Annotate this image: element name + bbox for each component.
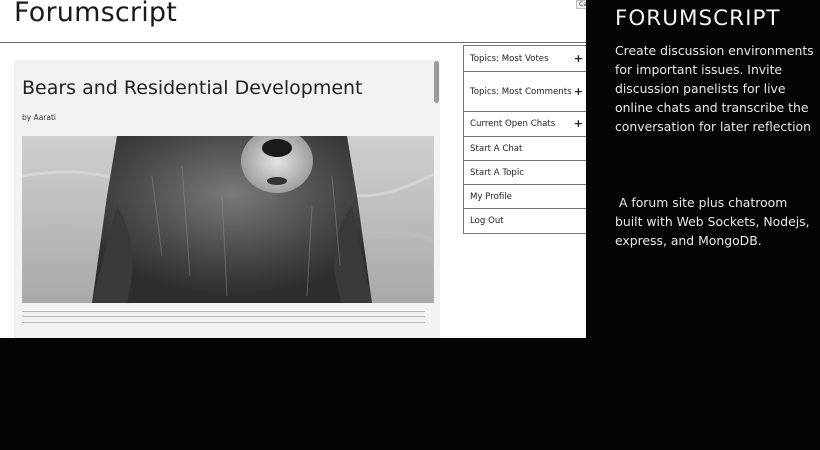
expand-icon[interactable]: + [574, 51, 583, 64]
description-paragraph: A forum site plus chatroom built with We… [615, 195, 814, 248]
menu-item-current-open-chats[interactable]: Current Open Chats + [464, 112, 586, 137]
menu-item-label: Log Out [470, 216, 504, 226]
article-byline: by Aarati [22, 113, 57, 122]
corner-button[interactable]: Ca [576, 0, 586, 9]
expand-icon[interactable]: + [574, 84, 583, 97]
article-card: Bears and Residential Development by Aar… [14, 60, 440, 338]
menu-item-my-profile[interactable]: My Profile [464, 185, 586, 209]
menu-item-log-out[interactable]: Log Out [464, 209, 586, 233]
menu-item-label: Start A Topic [470, 167, 524, 178]
menu-item-label: My Profile [470, 191, 512, 202]
bear-photo [22, 136, 434, 303]
project-title: FORUMSCRIPT [615, 6, 781, 31]
divider-line [22, 311, 425, 312]
menu-item-label: Current Open Chats [470, 119, 556, 129]
scrollbar[interactable] [434, 61, 439, 103]
expand-icon[interactable]: + [574, 117, 583, 130]
menu-item-start-a-chat[interactable]: Start A Chat [464, 137, 586, 161]
article-title[interactable]: Bears and Residential Development [22, 77, 363, 99]
site-title[interactable]: Forumscript [14, 0, 177, 28]
menu-item-topics-most-votes[interactable]: Topics: Most Votes + [464, 46, 586, 72]
header-divider [0, 42, 586, 43]
menu-item-label: Start A Chat [470, 143, 523, 154]
menu-item-topics-most-comments[interactable]: Topics: Most Comments + [464, 72, 586, 112]
divider-line [22, 316, 425, 317]
app-screenshot: Forumscript Ca Bears and Residential Dev… [0, 0, 586, 338]
menu-item-label: Topics: Most Comments [470, 86, 572, 97]
divider-line [22, 322, 425, 323]
menu-item-label: Topics: Most Votes [470, 53, 549, 64]
menu-item-start-a-topic[interactable]: Start A Topic [464, 161, 586, 185]
description-paragraph: Create discussion environments for impor… [615, 43, 814, 134]
sidebar-menu: Topics: Most Votes + Topics: Most Commen… [463, 45, 586, 234]
